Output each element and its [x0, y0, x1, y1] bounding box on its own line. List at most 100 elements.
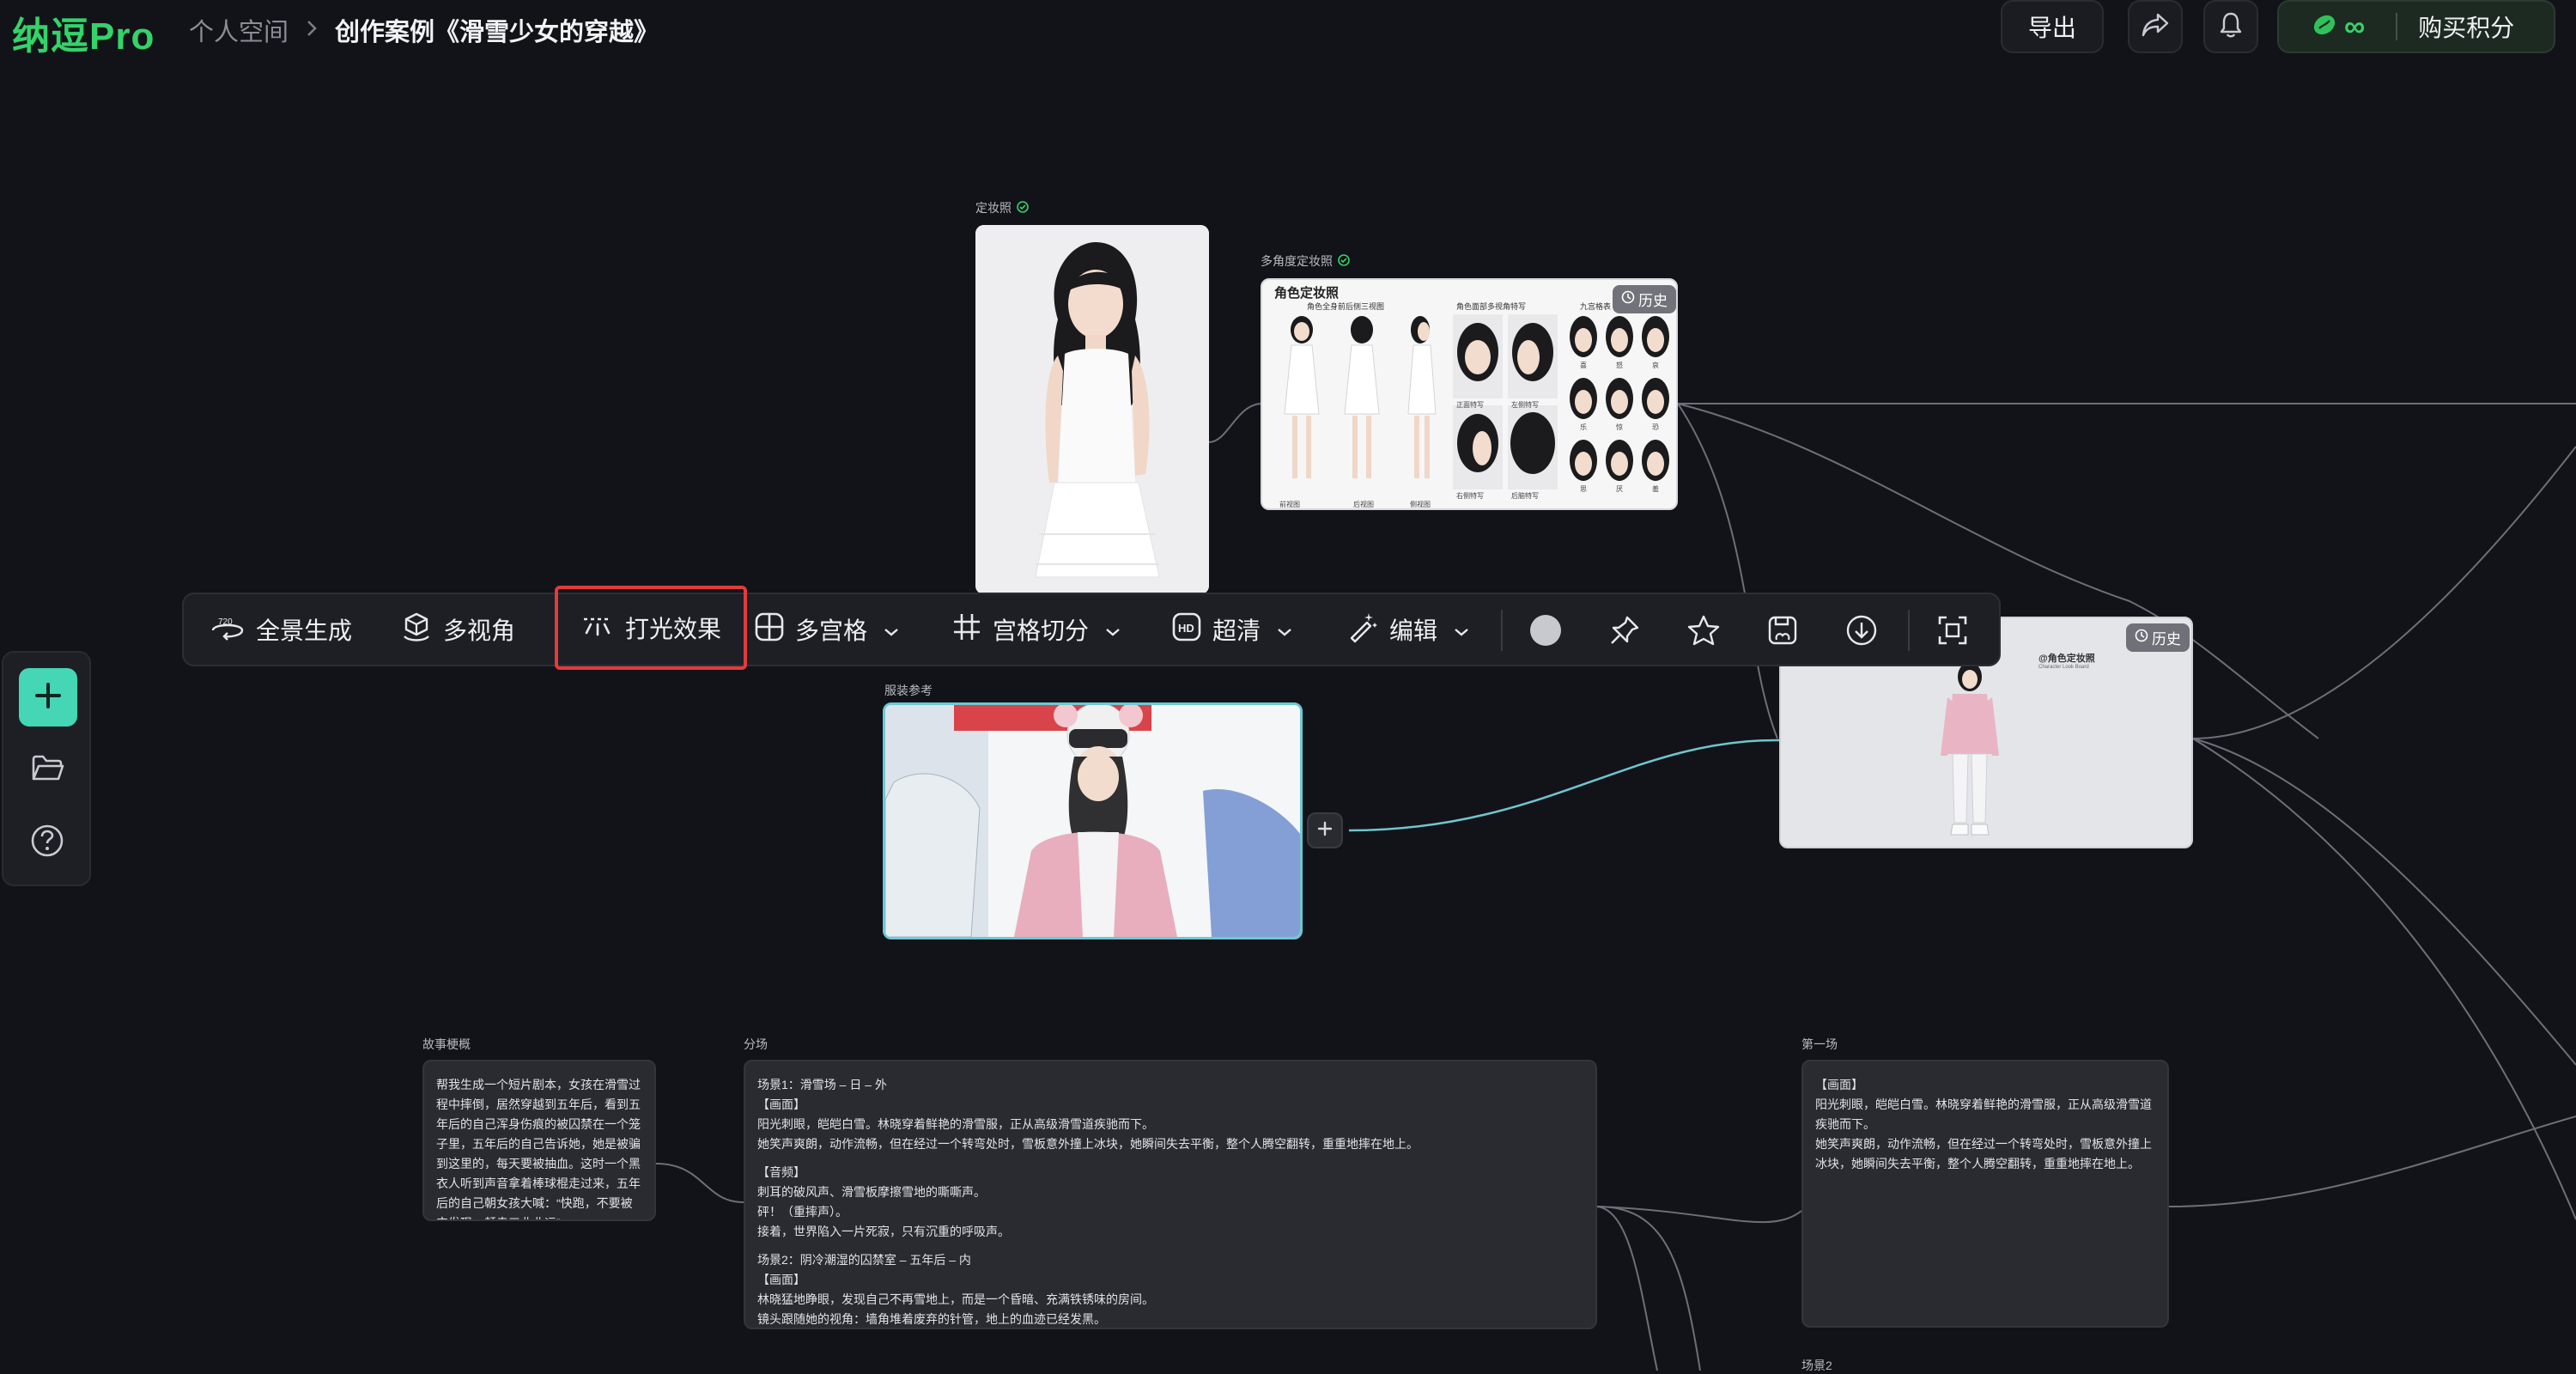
scene-line: 刺耳的破风声、滑雪板摩擦雪地的嘶嘶声。 — [757, 1185, 986, 1199]
scene-line: 阳光刺眼，皑皑白雪。林晓穿着鲜艳的滑雪服，正从高级滑雪道疾驰而下。 — [757, 1117, 1154, 1131]
open-folder-button[interactable] — [31, 754, 65, 787]
scene-line: 她笑声爽朗，动作流畅，但在经过一个转弯处时，雪板意外撞上冰块，她瞬间失去平衡，整… — [757, 1137, 1419, 1151]
grid-caption: 哀 — [1652, 362, 1659, 369]
add-node-button[interactable] — [19, 668, 77, 727]
outfit-sheet-subtitle: Character Look Board — [2038, 665, 2089, 670]
makeup-photo-label: 定妆照 — [975, 199, 1029, 216]
grid-caption: 喜 — [1580, 362, 1587, 369]
scene-line: 砰！（重摔声）。 — [757, 1205, 848, 1219]
scenes-card[interactable]: 场景1：滑雪场 – 日 – 外 【画面】 阳光刺眼，皑皑白雪。林晓穿着鲜艳的滑雪… — [744, 1060, 1597, 1329]
toolbar-divider — [1908, 610, 1910, 651]
scene-line: 【画面】 — [757, 1097, 805, 1111]
panorama-button[interactable]: 720 全景生成 — [210, 594, 352, 665]
pin-icon[interactable] — [1607, 613, 1642, 647]
edit-button[interactable]: 编辑 — [1346, 594, 1470, 665]
left-dock — [2, 651, 91, 886]
section-title-face: 角色面部多视角特写 — [1456, 302, 1527, 311]
plus-icon — [33, 681, 63, 714]
app-logo[interactable]: 纳逗Pro — [12, 5, 155, 60]
scene-line: 【画面】 — [757, 1273, 805, 1286]
caption-back-view: 后视图 — [1353, 501, 1374, 508]
credits-panel[interactable]: ∞ 购买积分 — [2277, 0, 2555, 53]
notification-button[interactable] — [2203, 0, 2258, 53]
scene1-line: 她笑声爽朗，动作流畅，但在经过一个转弯处时，雪板意外撞上冰块，她瞬间失去平衡，整… — [1815, 1137, 2152, 1170]
multi-angle-card[interactable]: 角色定妆照 角色全身前后侧三视图 角色面部多视角特写 九宫格表 历史 前视图 后… — [1261, 278, 1678, 510]
expression-grid-image — [1570, 316, 1669, 481]
scene-line: 林晓猛地睁眼，发现自己不再雪地上，而是一个昏暗、充满铁锈味的房间。 — [757, 1292, 1154, 1306]
plus-icon — [1316, 820, 1334, 842]
scene1-label: 第一场 — [1801, 1037, 1838, 1051]
story-outline-text: 帮我生成一个短片剧本，女孩在滑雪过程中摔倒，居然穿越到五年后，看到五年后的自己浑… — [436, 1078, 641, 1219]
history-button[interactable]: 历史 — [1613, 285, 1676, 313]
cube-hand-icon — [400, 611, 433, 649]
multi-grid-button[interactable]: 多宫格 — [754, 594, 900, 665]
story-outline-card[interactable]: 帮我生成一个短片剧本，女孩在滑雪过程中摔倒，居然穿越到五年后，看到五年后的自己浑… — [422, 1060, 656, 1221]
scene-line: 【音频】 — [757, 1165, 805, 1179]
history-button[interactable]: 历史 — [2126, 623, 2190, 652]
scene1-line: 阳光刺眼，皑皑白雪。林晓穿着鲜艳的滑雪服，正从高级滑雪道疾驰而下。 — [1815, 1097, 2152, 1131]
sheet-title: 角色定妆照 — [1274, 286, 1340, 301]
caption-back-closeup: 后脑特写 — [1511, 492, 1539, 500]
connect-node-button[interactable] — [1307, 812, 1343, 848]
bean-icon — [2312, 13, 2337, 41]
makeup-photo-card[interactable] — [975, 225, 1209, 594]
color-circle-icon[interactable] — [1528, 613, 1563, 647]
grid-caption: 恐 — [1652, 423, 1659, 431]
scene1-card[interactable]: 【画面】 阳光刺眼，皑皑白雪。林晓穿着鲜艳的滑雪服，正从高级滑雪道疾驰而下。 她… — [1801, 1060, 2169, 1328]
breadcrumb-current-project[interactable]: 创作案例《滑雪少女的穿越》 — [335, 12, 659, 48]
chevron-down-icon — [1276, 616, 1293, 643]
caption-front-view: 前视图 — [1279, 501, 1300, 508]
hash-icon — [951, 611, 982, 648]
panorama-720-icon: 720 — [210, 613, 246, 647]
multi-view-button[interactable]: 多视角 — [400, 594, 515, 665]
breadcrumb: 个人空间 创作案例《滑雪少女的穿越》 — [189, 12, 659, 48]
caption-front-closeup: 正面特写 — [1456, 401, 1484, 409]
bell-icon — [2218, 11, 2244, 43]
full-body-views-image — [1284, 316, 1437, 478]
portrait-image — [975, 225, 1209, 594]
download-icon[interactable] — [1844, 613, 1879, 647]
chevron-down-icon — [1453, 616, 1470, 643]
verified-check-icon — [1017, 200, 1029, 216]
share-button[interactable] — [2128, 0, 2183, 53]
help-button[interactable] — [29, 823, 65, 863]
divider — [2396, 13, 2398, 40]
scene-line: 场景1：滑雪场 – 日 – 外 — [757, 1078, 887, 1091]
credits-balance: ∞ — [2344, 9, 2366, 43]
outfit-sheet-title: @角色定妆照 — [2038, 654, 2095, 664]
chevron-right-icon — [306, 17, 318, 44]
outfit-figure-image — [1941, 662, 1999, 836]
grid-caption: 思 — [1580, 485, 1587, 493]
caption-left-closeup: 左侧特写 — [1511, 401, 1539, 409]
lighting-effect-button[interactable]: 打光效果 — [555, 586, 748, 670]
focus-frame-icon[interactable] — [1935, 613, 1970, 647]
svg-text:720: 720 — [218, 617, 233, 627]
grid-caption: 厌 — [1616, 485, 1623, 493]
story-outline-label: 故事梗概 — [422, 1037, 471, 1051]
outfit-reference-card[interactable] — [883, 702, 1303, 939]
save-icon[interactable] — [1765, 613, 1800, 647]
history-icon — [2135, 629, 2148, 647]
image-toolbar: 720 全景生成 多视角 打光效果 多宫格 宫格切分 HD 超清 编辑 — [182, 586, 2001, 670]
lighting-icon — [580, 612, 615, 644]
svg-text:HD: HD — [1178, 622, 1194, 635]
star-icon[interactable] — [1686, 613, 1721, 647]
multi-angle-label: 多角度定妆照 — [1261, 252, 1350, 270]
hd-upscale-button[interactable]: HD 超清 — [1171, 594, 1293, 665]
toolbar-divider — [1501, 610, 1503, 651]
verified-check-icon — [1338, 253, 1350, 269]
magic-wand-icon — [1346, 611, 1379, 649]
buy-credits-button[interactable]: 购买积分 — [2418, 9, 2514, 44]
export-button[interactable]: 导出 — [2001, 0, 2104, 53]
outfit-reference-photo — [885, 705, 1300, 937]
help-icon — [29, 824, 65, 862]
breadcrumb-personal-space[interactable]: 个人空间 — [189, 12, 289, 48]
chevron-down-icon — [1104, 616, 1121, 643]
scenes-label: 分场 — [744, 1037, 768, 1051]
hd-icon: HD — [1171, 611, 1202, 648]
section-title-grid: 九宫格表 — [1580, 302, 1612, 311]
grid-split-button[interactable]: 宫格切分 — [951, 594, 1121, 665]
caption-side-view: 侧视图 — [1410, 501, 1431, 508]
